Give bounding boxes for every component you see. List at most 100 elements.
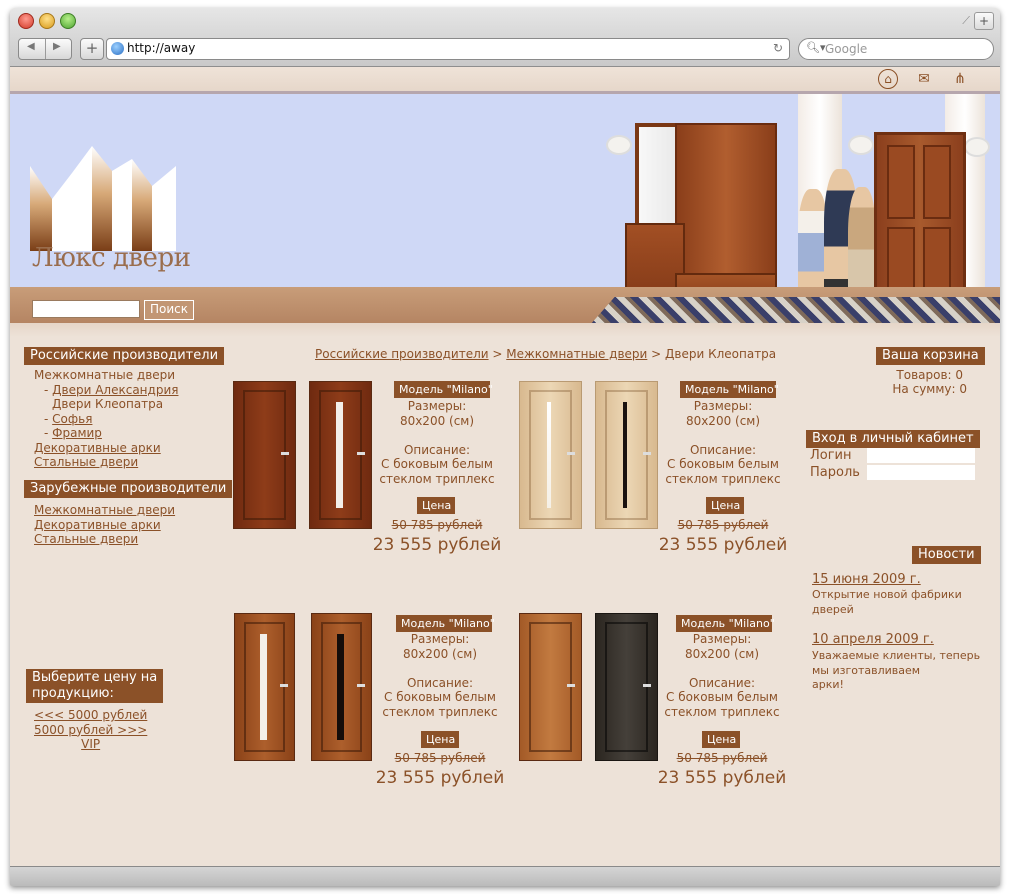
price-filter-item[interactable]: <<< 5000 рублей <box>34 708 147 723</box>
price-filter-heading: Выберите цену на продукцию: <box>26 669 164 703</box>
child-boy-small <box>848 187 876 301</box>
price-label: Цена <box>417 497 455 514</box>
header-stripe <box>10 91 1000 94</box>
site-search-button[interactable]: Поиск <box>144 300 194 320</box>
sidebar-item: Межкомнатные двери <box>34 368 176 382</box>
sidebar-item[interactable]: - Двери Александрия <box>34 383 178 398</box>
breadcrumb: Российские производители > Межкомнатные … <box>315 347 777 361</box>
site: ⌂ ✉ ⋔ Люкс двери Поиск Российские произв… <box>10 67 1000 866</box>
product-door-image[interactable] <box>595 381 658 529</box>
russian-manufacturers-list: Межкомнатные двери - Двери Александрия Д… <box>34 368 178 470</box>
breadcrumb-current: Двери Клеопатра <box>665 347 777 361</box>
cart-info: Товаров: 0 На сумму: 0 <box>892 368 967 396</box>
old-price: 50 785 рублей <box>394 751 486 765</box>
logo[interactable]: Люкс двери <box>30 141 200 281</box>
password-label: Пароль <box>810 465 860 480</box>
forward-icon[interactable]: ▶ <box>53 41 61 52</box>
price-label: Цена <box>706 497 744 514</box>
breadcrumb-link[interactable]: Межкомнатные двери <box>506 347 647 361</box>
old-price: 50 785 рублей <box>391 518 483 532</box>
hallway-furniture-image <box>625 123 777 315</box>
product-info: Размеры: 80x200 (см) Описание: С боковым… <box>382 632 498 719</box>
old-price: 50 785 рублей <box>677 518 769 532</box>
address-bar[interactable]: http://away ↻ <box>106 38 790 60</box>
top-strip: ⌂ ✉ ⋔ <box>10 67 1000 91</box>
sidebar-item-current: Двери Клеопатра <box>52 397 164 411</box>
search-icon: 🔍︎▾ <box>806 41 826 54</box>
coat-stand <box>675 123 777 277</box>
zoom-window-button[interactable] <box>60 13 76 29</box>
new-tab-button[interactable]: + <box>974 12 994 30</box>
top-icons: ⌂ ✉ ⋔ <box>878 69 970 89</box>
product-model[interactable]: Модель "Milano" <box>680 381 779 398</box>
product-info: Размеры: 80x200 (см) Описание: С боковым… <box>379 399 495 486</box>
news-text: Открытие новой фабрики дверей <box>812 588 962 616</box>
add-bookmark-icon[interactable]: + <box>80 38 104 60</box>
new-price: 23 555 рублей <box>658 535 788 555</box>
browser-toolbar: ⟋ + ◀ ▶ + http://away ↻ 🔍︎▾ Google <box>10 8 1000 67</box>
site-search-input[interactable] <box>32 300 140 318</box>
price-label: Цена <box>702 731 740 748</box>
login-heading: Вход в личный кабинет <box>806 430 980 448</box>
browser-search-field[interactable]: 🔍︎▾ Google <box>798 38 994 60</box>
nav-buttons: ◀ ▶ <box>18 38 72 60</box>
url-text[interactable]: http://away <box>127 41 195 55</box>
home-icon[interactable]: ⌂ <box>878 69 898 89</box>
browser-window: ⟋ + ◀ ▶ + http://away ↻ 🔍︎▾ Google ⌂ ✉ ⋔ <box>10 8 1000 886</box>
foreign-manufacturers-heading: Зарубежные производители <box>24 480 233 498</box>
russian-manufacturers-heading: Российские производители <box>24 347 225 365</box>
product-door-image[interactable] <box>519 381 582 529</box>
breadcrumb-link[interactable]: Российские производители <box>315 347 489 361</box>
resize-toolbar-icon[interactable]: ⟋ <box>962 14 970 28</box>
price-filter-item[interactable]: 5000 рублей >>> <box>34 723 147 738</box>
sidebar-item[interactable]: Стальные двери <box>34 455 178 470</box>
password-input[interactable] <box>867 465 975 480</box>
mail-icon[interactable]: ✉ <box>914 69 934 89</box>
product-door-image[interactable] <box>309 381 372 529</box>
product-door-image[interactable] <box>311 613 372 761</box>
new-price: 23 555 рублей <box>657 768 787 788</box>
minimize-window-button[interactable] <box>39 13 55 29</box>
login-input[interactable] <box>867 448 975 463</box>
status-bar <box>10 866 1000 886</box>
logo-crown-icon <box>30 146 176 251</box>
product-model[interactable]: Модель "Milano" <box>394 381 493 398</box>
product-model[interactable]: Модель "Milano" <box>676 615 775 632</box>
product-door-image[interactable] <box>519 613 582 761</box>
foreign-manufacturers-list: Межкомнатные двери Декоративные арки Ста… <box>34 503 175 547</box>
price-label: Цена <box>421 731 459 748</box>
sidebar-item[interactable]: Стальные двери <box>34 532 175 547</box>
news-date-link[interactable]: 15 июня 2009 г. <box>812 572 921 587</box>
sitemap-icon[interactable]: ⋔ <box>950 69 970 89</box>
sidebar-item[interactable]: - Фрамир <box>34 426 178 441</box>
new-price: 23 555 рублей <box>375 768 505 788</box>
new-price: 23 555 рублей <box>372 535 502 555</box>
old-price: 50 785 рублей <box>676 751 768 765</box>
header-banner: Люкс двери <box>10 91 1000 325</box>
product-door-image[interactable] <box>595 613 658 761</box>
search-placeholder: Google <box>825 42 868 56</box>
sidebar-item[interactable]: Межкомнатные двери <box>34 503 175 518</box>
back-icon[interactable]: ◀ <box>27 41 35 52</box>
price-filter-list: <<< 5000 рублей 5000 рублей >>> VIP <box>34 708 147 752</box>
product-model[interactable]: Модель "Milano" <box>396 615 495 632</box>
price-filter-item[interactable]: VIP <box>34 737 147 752</box>
decor-plate <box>964 137 990 157</box>
reload-icon[interactable]: ↻ <box>773 41 783 55</box>
close-window-button[interactable] <box>18 13 34 29</box>
login-label: Логин <box>810 448 852 463</box>
sidebar-item[interactable]: - Софья <box>34 412 178 427</box>
news-text: Уважаемые клиенты, теперь мы изготавлива… <box>812 649 981 691</box>
product-door-image[interactable] <box>233 381 296 529</box>
cart-heading[interactable]: Ваша корзина <box>876 347 985 365</box>
news-date-link[interactable]: 10 апреля 2009 г. <box>812 632 934 647</box>
product-door-image[interactable] <box>234 613 295 761</box>
product-info: Размеры: 80x200 (см) Описание: С боковым… <box>665 399 781 486</box>
sidebar-item[interactable]: Декоративные арки <box>34 441 178 456</box>
rug <box>590 297 1000 325</box>
product-info: Размеры: 80x200 (см) Описание: С боковым… <box>664 632 780 719</box>
globe-icon <box>111 42 124 55</box>
news-heading: Новости <box>912 546 981 564</box>
sidebar-item[interactable]: Декоративные арки <box>34 518 175 533</box>
decor-plate <box>848 135 874 155</box>
